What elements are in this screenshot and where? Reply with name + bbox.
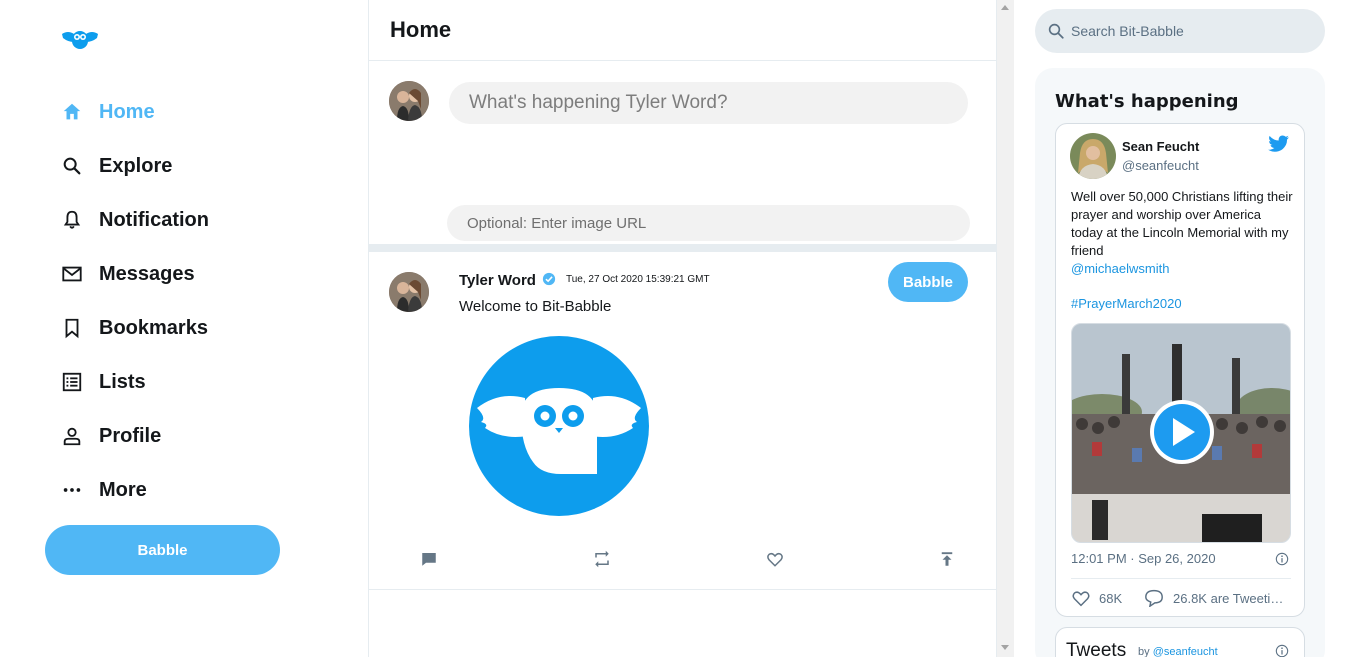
- timeline-title: Tweets: [1066, 640, 1127, 657]
- widget-title: What's happening: [1055, 91, 1239, 112]
- speech-bubble-icon: [1145, 589, 1163, 607]
- conversation-text: 26.8K are Tweeti…: [1173, 590, 1284, 606]
- sidebar-item-bookmarks[interactable]: Bookmarks: [60, 311, 208, 345]
- tweets-timeline[interactable]: Tweets by @seanfeucht: [1055, 627, 1305, 657]
- sidebar-item-home[interactable]: Home: [60, 95, 155, 129]
- person-icon: [60, 424, 84, 448]
- scroll-down-arrow[interactable]: [1001, 645, 1009, 650]
- babble-button[interactable]: Babble: [45, 525, 280, 575]
- list-icon: [60, 370, 84, 394]
- tweet-conversation[interactable]: 26.8K are Tweeti…: [1144, 589, 1294, 607]
- sidebar: Home Explore Notification Messages Bookm…: [0, 0, 368, 657]
- likes-count: 68K: [1099, 590, 1123, 606]
- sidebar-item-lists[interactable]: Lists: [60, 365, 146, 399]
- search-icon: [1048, 23, 1064, 39]
- post-author-name[interactable]: Tyler Word: [459, 272, 536, 289]
- search-bar[interactable]: [1035, 9, 1325, 53]
- tweet-author-handle[interactable]: @seanfeucht: [1122, 158, 1199, 173]
- timeline-by: by @seanfeucht: [1138, 646, 1218, 657]
- tweet-hashtag-link[interactable]: #PrayerMarch2020: [1071, 296, 1182, 311]
- more-icon: [60, 478, 84, 502]
- mail-icon: [60, 262, 84, 286]
- sidebar-item-label: Messages: [99, 262, 195, 285]
- timeline-by-label: by: [1138, 646, 1150, 657]
- owl-logo-icon[interactable]: [60, 26, 100, 52]
- embedded-tweet[interactable]: Sean Feucht @seanfeucht Well over 50,000…: [1055, 123, 1305, 617]
- sidebar-item-label: Home: [99, 100, 155, 123]
- page-title: Home: [390, 17, 452, 42]
- info-icon[interactable]: [1275, 644, 1289, 657]
- tweet-composer: Babble: [369, 61, 996, 302]
- tweet-timestamp[interactable]: 12:01 PM · Sep 26, 2020: [1071, 551, 1216, 566]
- whats-happening-widget: What's happening Sean Feucht @seanfeucht…: [1035, 68, 1325, 657]
- sidebar-item-notification[interactable]: Notification: [60, 203, 209, 237]
- feed: Home Babble: [368, 0, 997, 657]
- sidebar-item-label: Explore: [99, 154, 173, 177]
- sidebar-item-label: Bookmarks: [99, 316, 208, 339]
- like-icon[interactable]: [765, 549, 785, 569]
- tweet-likes[interactable]: 68K: [1071, 589, 1122, 607]
- image-url-input[interactable]: [447, 205, 970, 241]
- sidebar-item-label: More: [99, 478, 147, 501]
- sidebar-item-label: Notification: [99, 208, 209, 231]
- comment-icon[interactable]: [419, 549, 439, 569]
- tweet-text: Well over 50,000 Christians lifting thei…: [1071, 188, 1293, 278]
- timeline-handle-link[interactable]: @seanfeucht: [1153, 646, 1218, 657]
- twitter-bird-icon[interactable]: [1268, 135, 1290, 153]
- feed-header: Home: [369, 0, 996, 61]
- post-image[interactable]: [469, 336, 649, 516]
- tweet-author-name[interactable]: Sean Feucht: [1122, 139, 1199, 154]
- sidebar-item-label: Lists: [99, 370, 146, 393]
- search-input[interactable]: [1071, 23, 1311, 39]
- info-icon[interactable]: [1275, 552, 1289, 566]
- avatar[interactable]: [389, 81, 429, 121]
- retweet-icon[interactable]: [592, 549, 612, 569]
- tweet-mention-link[interactable]: @michaelwsmith: [1071, 260, 1293, 278]
- bookmark-icon: [60, 316, 84, 340]
- divider: [1071, 578, 1291, 579]
- post-text: Welcome to Bit-Babble: [459, 298, 612, 315]
- home-icon: [60, 100, 84, 124]
- scroll-up-arrow[interactable]: [1001, 5, 1009, 10]
- verified-badge-icon: [542, 272, 556, 286]
- post-timestamp: Tue, 27 Oct 2020 15:39:21 GMT: [566, 274, 710, 285]
- sidebar-item-messages[interactable]: Messages: [60, 257, 195, 291]
- post[interactable]: Tyler Word Tue, 27 Oct 2020 15:39:21 GMT…: [369, 252, 996, 590]
- share-icon[interactable]: [937, 549, 957, 569]
- avatar[interactable]: [389, 272, 429, 312]
- sidebar-item-explore[interactable]: Explore: [60, 149, 172, 183]
- search-icon: [60, 154, 84, 178]
- sidebar-item-label: Profile: [99, 424, 162, 447]
- avatar[interactable]: [1070, 133, 1116, 179]
- tweet-video[interactable]: [1071, 323, 1291, 543]
- heart-icon: [1072, 591, 1090, 607]
- scrollbar[interactable]: [997, 0, 1014, 657]
- tweet-body: Well over 50,000 Christians lifting thei…: [1071, 189, 1293, 258]
- sidebar-item-more[interactable]: More: [60, 473, 147, 507]
- compose-input[interactable]: [449, 82, 968, 124]
- sidebar-item-profile[interactable]: Profile: [60, 419, 161, 453]
- bell-icon: [60, 208, 84, 232]
